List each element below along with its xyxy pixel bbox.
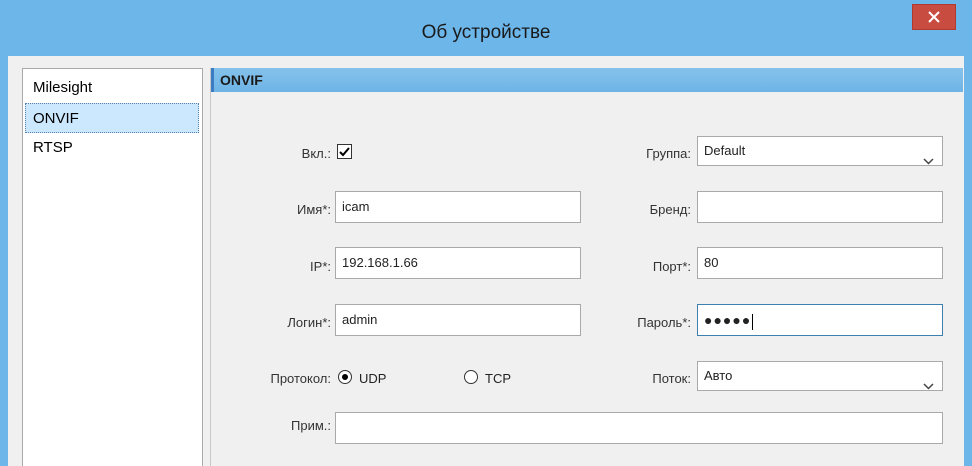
title-bar[interactable]: Об устройстве <box>0 0 972 56</box>
settings-panel: ONVIF Вкл.: Группа: Default Имя*: icam Б… <box>210 68 964 466</box>
brand-input[interactable] <box>697 191 943 223</box>
ip-label: IP*: <box>310 259 331 274</box>
port-input[interactable]: 80 <box>697 247 943 279</box>
protocol-udp-label[interactable]: UDP <box>359 371 386 386</box>
protocol-tcp-label[interactable]: TCP <box>485 371 511 386</box>
password-input[interactable]: ●●●●● <box>697 304 943 336</box>
brand-label: Бренд: <box>649 202 691 217</box>
sidebar-item-rtsp[interactable]: RTSP <box>23 133 202 163</box>
sidebar-item-onvif[interactable]: ONVIF <box>25 103 199 133</box>
sidebar-item-label: ONVIF <box>33 110 79 127</box>
chevron-down-icon <box>923 147 934 175</box>
text-caret <box>752 313 754 330</box>
protocol-label: Протокол: <box>270 371 331 386</box>
stream-label: Поток: <box>652 371 691 386</box>
sidebar-item-milesight[interactable]: Milesight <box>23 73 202 103</box>
password-value: ●●●●● <box>704 312 752 328</box>
name-input[interactable]: icam <box>335 191 581 223</box>
device-type-list: Milesight ONVIF RTSP <box>22 68 203 466</box>
login-input[interactable]: admin <box>335 304 581 336</box>
stream-select[interactable]: Авто <box>697 361 943 391</box>
close-icon <box>928 11 940 23</box>
window-title: Об устройстве <box>421 22 551 43</box>
login-label: Логин*: <box>287 315 331 330</box>
password-label: Пароль*: <box>637 315 691 330</box>
group-value: Default <box>704 143 746 158</box>
dialog-body: Milesight ONVIF RTSP ONVIF Вкл.: Группа:… <box>8 56 964 466</box>
protocol-tcp-radio[interactable] <box>464 370 478 384</box>
enabled-checkbox[interactable] <box>337 144 352 159</box>
close-button[interactable] <box>912 4 956 30</box>
ip-input[interactable]: 192.168.1.66 <box>335 247 581 279</box>
port-label: Порт*: <box>652 259 691 274</box>
panel-header: ONVIF <box>211 68 963 92</box>
chevron-down-icon <box>923 372 934 400</box>
group-select[interactable]: Default <box>697 136 943 166</box>
sidebar-item-label: Milesight <box>33 79 93 96</box>
device-dialog: Об устройстве Milesight ONVIF RTSP ONVIF <box>0 0 972 466</box>
note-input[interactable] <box>335 412 943 444</box>
note-label: Прим.: <box>291 418 331 433</box>
name-label: Имя*: <box>297 202 331 217</box>
group-label: Группа: <box>646 146 691 161</box>
sidebar-item-label: RTSP <box>33 139 73 156</box>
stream-value: Авто <box>704 368 733 383</box>
protocol-udp-radio[interactable] <box>338 370 352 384</box>
panel-title: ONVIF <box>220 72 263 88</box>
enabled-label: Вкл.: <box>301 146 331 161</box>
